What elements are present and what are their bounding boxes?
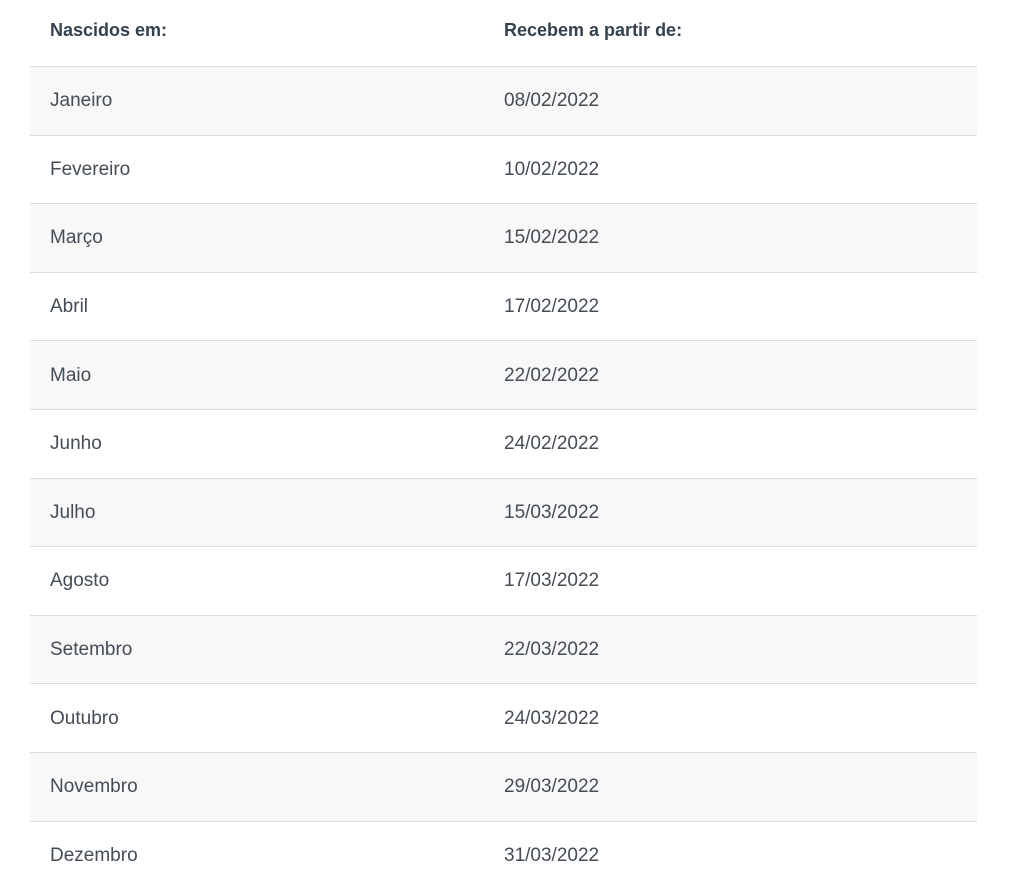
payment-date-cell: 08/02/2022: [504, 90, 600, 112]
table-row: Março 15/02/2022: [30, 203, 977, 272]
table-row: Agosto 17/03/2022: [30, 546, 977, 615]
birth-month-cell: Maio: [50, 364, 92, 386]
payment-date-cell: 10/02/2022: [504, 158, 600, 180]
table-row: Outubro 24/03/2022: [30, 683, 977, 752]
birth-month-cell: Novembro: [50, 776, 138, 798]
header-born-in: Nascidos em:: [50, 20, 168, 40]
payment-date-cell: 24/03/2022: [504, 707, 600, 729]
payment-date-cell: 22/03/2022: [504, 639, 600, 661]
payment-date-cell: 15/03/2022: [504, 501, 600, 523]
table-row: Fevereiro 10/02/2022: [30, 134, 977, 204]
table-row: Setembro 22/03/2022: [30, 614, 977, 684]
payment-date-cell: 22/02/2022: [504, 364, 600, 386]
birth-month-cell: Abril: [50, 296, 89, 318]
birth-month-cell: Março: [50, 227, 103, 249]
table-row: Novembro 29/03/2022: [30, 751, 977, 821]
payment-date-cell: 15/02/2022: [504, 227, 600, 249]
table-row: Abril 17/02/2022: [30, 271, 977, 341]
header-receive-from: Recebem a partir de:: [504, 20, 683, 40]
birth-month-cell: Julho: [50, 501, 96, 523]
table-body: Janeiro 08/02/2022 Fevereiro 10/02/2022 Març…: [30, 66, 977, 889]
table-header-row: Nascidos em: Recebem a partir de:: [30, 0, 977, 66]
payment-date-cell: 24/02/2022: [504, 433, 600, 455]
table-row: Junho 24/02/2022: [30, 408, 977, 478]
payment-schedule-table: Nascidos em: Recebem a partir de: Janeir…: [30, 0, 977, 889]
birth-month-cell: Agosto: [50, 570, 110, 592]
birth-month-cell: Junho: [50, 433, 102, 455]
table-row: Janeiro 08/02/2022: [30, 66, 977, 135]
payment-date-cell: 29/03/2022: [504, 776, 600, 798]
payment-date-cell: 17/02/2022: [504, 296, 600, 318]
birth-month-cell: Fevereiro: [50, 158, 131, 180]
birth-month-cell: Outubro: [50, 707, 119, 729]
table-row: Dezembro 31/03/2022: [30, 820, 977, 889]
payment-date-cell: 17/03/2022: [504, 570, 600, 592]
table-row: Maio 22/02/2022: [30, 340, 977, 409]
birth-month-cell: Janeiro: [50, 90, 113, 112]
birth-month-cell: Setembro: [50, 639, 133, 661]
payment-date-cell: 31/03/2022: [504, 844, 600, 866]
table-row: Julho 15/03/2022: [30, 477, 977, 547]
birth-month-cell: Dezembro: [50, 844, 138, 866]
